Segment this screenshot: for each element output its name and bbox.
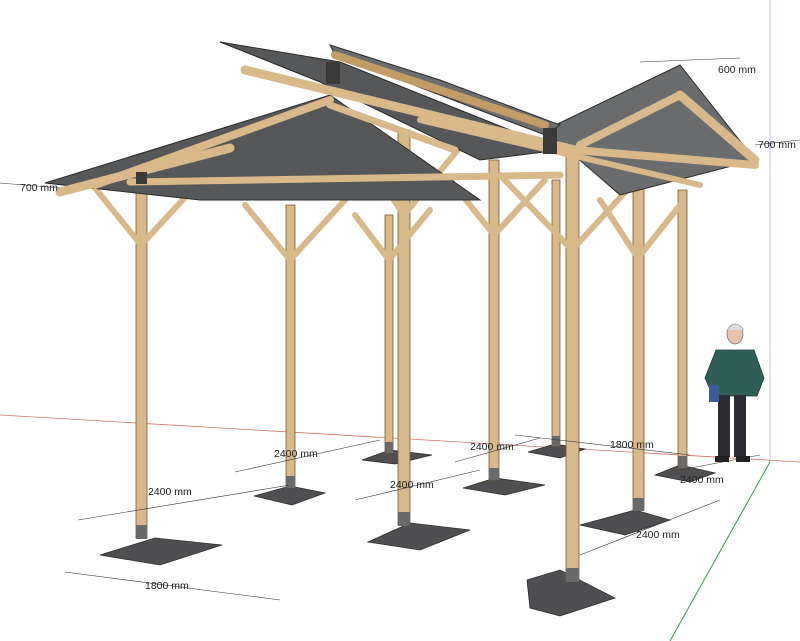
person-shoe-right [736,456,750,462]
bracket [543,128,557,154]
person-folder [709,385,719,402]
person-trousers-left [718,395,730,457]
dim-bay-right-2: 2400 mm [636,529,680,541]
dim-width-back: 1800 mm [610,439,654,451]
post-row3-right [677,189,688,469]
footing-front-left [99,537,223,566]
dim-bay-right-1: 2400 mm [680,474,724,486]
base-plate [678,456,687,468]
brace [242,202,293,263]
scale-figure-person [704,323,765,462]
dim-overhang-right: 700 mm [758,139,796,151]
dim-bay-front: 2400 mm [148,486,192,498]
post-row3-left [384,214,394,454]
base-plate [398,512,410,526]
dim-bay-middle-2: 2400 mm [390,479,434,491]
dim-line [639,57,741,63]
base-plate [136,525,147,539]
brace [491,177,548,238]
post-row2-right [632,179,645,511]
post-row2-mid [488,159,500,481]
dim-bay-middle-1: 2400 mm [274,448,318,460]
footing-front-mid [366,522,471,551]
bracket [136,172,147,184]
dim-overhang-left: 700 mm [20,182,58,194]
brace [92,185,144,248]
post-back-mid [551,179,561,447]
brace [352,212,392,263]
green-axis [669,461,771,641]
post-front-left [135,177,148,539]
person-hair [726,323,745,331]
base-plate [633,498,644,511]
footing-row2-left [253,485,327,506]
timber-carport-model-view: 700 mm 600 mm 700 mm 2400 mm 1800 mm 240… [0,0,800,641]
dim-ridge-gap: 600 mm [718,64,756,76]
person-shoe-left [715,456,729,462]
base-plate [552,436,560,446]
bracket [326,62,340,84]
person-trousers-right [734,395,746,457]
brace [287,197,348,263]
base-plate [286,476,295,488]
dim-bay-back: 2400 mm [470,441,514,453]
footing-row2-mid [462,477,546,496]
post-row2-left [285,204,296,488]
dim-width-front: 1800 mm [145,580,189,592]
post-front-right [565,139,580,581]
base-plate [489,468,499,480]
base-plate [566,568,579,582]
brace [597,197,641,261]
base-plate [385,442,393,453]
footing-row3-left [361,449,433,465]
